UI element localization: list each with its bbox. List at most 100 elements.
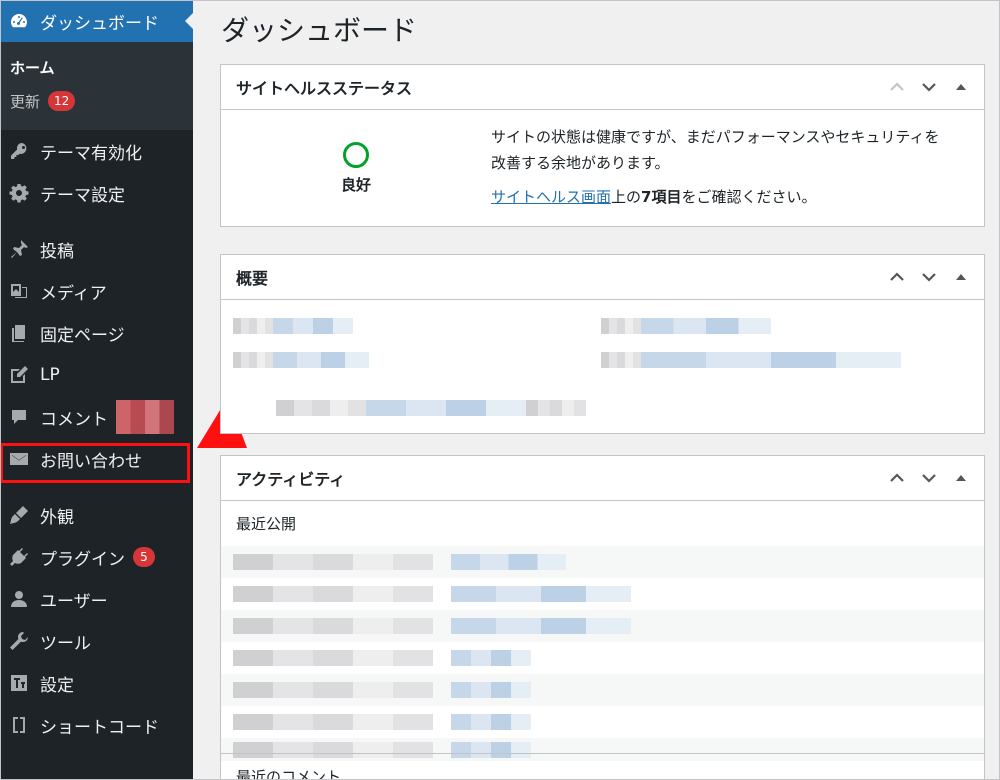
site-health-widget: サイトヘルスステータス 良好 サイトの状態は健康ですが、まだパフォーマンスやセキ… [220,64,985,227]
user-icon [8,588,30,610]
health-status-label: 良好 [340,175,371,194]
submenu-home[interactable]: ホーム [0,50,193,84]
media-icon [8,280,30,302]
menu-theme-settings[interactable]: テーマ設定 [0,172,193,214]
menu-media[interactable]: メディア [0,270,193,312]
recent-published-list [221,546,984,761]
menu-pages[interactable]: 固定ページ [0,312,193,354]
menu-theme-activation[interactable]: テーマ有効化 [0,130,193,172]
brush-icon [8,504,30,526]
wrench-icon [8,630,30,652]
site-health-body: 良好 サイトの状態は健康ですが、まだパフォーマンスやセキュリティを改善する余地が… [221,110,984,226]
plugin-icon [8,546,30,568]
menu-plugins[interactable]: プラグイン 5 [0,536,193,578]
move-up-icon[interactable] [884,465,910,491]
site-health-header: サイトヘルスステータス [221,65,984,110]
divider [221,753,984,754]
blurred-content [276,400,366,416]
blurred-link [366,400,526,416]
blurred-content [601,318,641,334]
list-item [221,738,984,761]
blurred-content [601,352,641,368]
blurred-link [273,352,369,368]
activity-header: アクティビティ [221,456,984,501]
gear-icon [8,182,30,204]
blurred-link [641,352,901,368]
blurred-content [233,318,273,334]
dashboard-submenu: ホーム 更新 12 [0,42,193,130]
menu-users[interactable]: ユーザー [0,578,193,620]
submenu-updates[interactable]: 更新 12 [0,84,193,118]
menu-tools[interactable]: ツール [0,620,193,662]
edit-icon [8,364,30,386]
main-content: ダッシュボード サイトヘルスステータス 良好 サイトの状態は健康ですが、まだパフ… [193,0,1000,780]
page-title: ダッシュボード [221,14,418,47]
menu-users-label: ユーザー [40,591,108,612]
overview-title: 概要 [236,269,269,288]
health-text: サイトの状態は健康ですが、まだパフォーマンスやセキュリティを改善する余地がありま… [491,128,940,172]
widget-handles [884,465,974,491]
overview-widget: 概要 [220,254,985,434]
menu-settings[interactable]: 設定 [0,662,193,704]
settings-icon [8,672,30,694]
menu-comments-label: コメント [40,409,108,430]
menu-comments[interactable]: コメント [0,396,193,438]
menu-dashboard[interactable]: ダッシュボード [0,0,193,42]
health-text-2-post: をご確認ください。 [681,188,817,206]
menu-dashboard-label: ダッシュボード [40,13,159,34]
key-icon [8,140,30,162]
comment-icon [8,406,30,428]
menu-shortcode[interactable]: ショートコード [0,704,193,746]
menu-lp[interactable]: LP [0,354,193,396]
move-down-icon[interactable] [916,264,942,290]
menu-theme-activation-label: テーマ有効化 [40,143,142,164]
updates-count-badge: 12 [48,91,76,111]
site-health-title: サイトヘルスステータス [236,79,413,98]
move-up-icon[interactable] [884,74,910,100]
blurred-link [641,318,771,334]
dashboard-icon [8,10,30,32]
health-text-2: サイトヘルス画面上の7項目をご確認ください。 [491,184,951,210]
move-down-icon[interactable] [916,74,942,100]
widget-handles [884,74,974,100]
admin-sidebar: ダッシュボード ホーム 更新 12 テーマ有効化 テーマ設定 投稿 メディア 固… [0,0,193,780]
menu-appearance-label: 外観 [40,507,74,528]
menu-shortcode-label: ショートコード [40,717,159,738]
menu-posts[interactable]: 投稿 [0,228,193,270]
submenu-updates-label: 更新 [10,92,41,111]
submenu-home-label: ホーム [10,58,55,77]
site-health-link[interactable]: サイトヘルス画面 [491,188,611,206]
menu-settings-label: 設定 [40,675,74,696]
blurred-content [526,400,586,416]
blurred-content [233,352,273,368]
blurred-comment-count [116,400,174,434]
overview-header: 概要 [221,255,984,300]
pin-icon [8,238,30,260]
menu-tools-label: ツール [40,633,91,654]
list-item [221,546,984,578]
health-status: 良好 [221,110,491,226]
menu-appearance[interactable]: 外観 [0,494,193,536]
collapse-icon[interactable] [948,264,974,290]
collapse-icon[interactable] [948,74,974,100]
menu-pages-label: 固定ページ [40,325,125,346]
health-status-circle-icon [343,141,369,168]
recent-comments-heading: 最近のコメント [236,768,342,780]
collapse-icon[interactable] [948,465,974,491]
page-icon [8,322,30,344]
menu-lp-label: LP [40,365,60,385]
menu-plugins-label: プラグイン [40,549,125,570]
list-item [221,642,984,674]
brackets-icon [8,714,30,736]
move-down-icon[interactable] [916,465,942,491]
widget-handles [884,264,974,290]
activity-widget: アクティビティ 最近公開 最近のコメント [220,455,985,780]
health-text-2-pre: 上の [611,188,642,206]
recent-published-heading: 最近公開 [236,515,297,533]
menu-media-label: メディア [40,283,107,304]
menu-theme-settings-label: テーマ設定 [40,185,125,206]
move-up-icon[interactable] [884,264,910,290]
list-item [221,674,984,706]
list-item [221,610,984,642]
contact-highlight-box [0,443,190,483]
